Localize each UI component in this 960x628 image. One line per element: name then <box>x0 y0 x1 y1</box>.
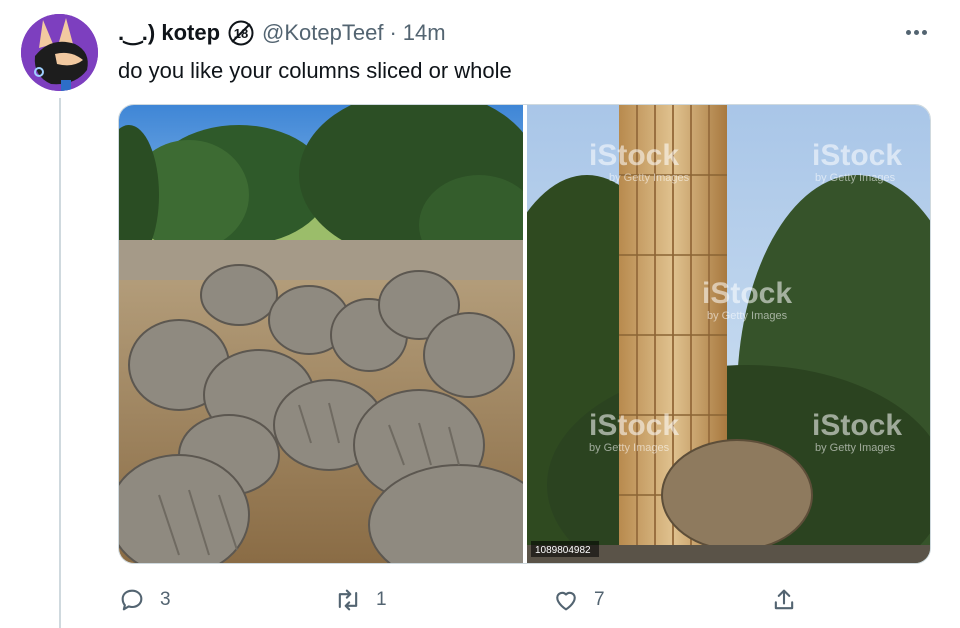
tweet-actions: 3 1 7 <box>118 582 818 618</box>
watermark-text: iStock <box>812 409 902 442</box>
watermark-subtext: by Getty Images <box>589 442 670 454</box>
more-dot-icon <box>905 29 911 35</box>
share-icon <box>774 589 794 610</box>
display-name[interactable]: .‿.) kotep <box>118 20 220 46</box>
fallen-column-drums-photo[interactable] <box>119 105 523 563</box>
like-button[interactable]: 7 <box>552 582 605 618</box>
watermark-subtext: by Getty Images <box>815 172 896 184</box>
tweet-media: iStock iStock iStock iStock iStock by Ge… <box>118 104 931 564</box>
watermark-text: iStock <box>702 277 792 310</box>
avatar-illustration <box>21 14 98 91</box>
standing-column-photo[interactable]: iStock iStock iStock iStock iStock by Ge… <box>526 105 930 563</box>
watermark-text: iStock <box>812 139 902 172</box>
share-button[interactable] <box>770 582 798 618</box>
heart-icon <box>556 591 576 611</box>
eighteen-plus-icon: 18 <box>228 20 254 46</box>
watermark-subtext: by Getty Images <box>707 310 788 322</box>
reply-button[interactable]: 3 <box>118 582 171 618</box>
tweet-text: do you like your columns sliced or whole <box>118 58 512 83</box>
stock-image-id: 1089804982 <box>535 545 591 556</box>
retweet-button[interactable]: 1 <box>334 582 387 618</box>
reply-icon <box>121 589 143 611</box>
watermark-text: iStock <box>589 409 679 442</box>
watermark-text: iStock <box>589 139 679 172</box>
separator-dot: · <box>389 20 397 45</box>
user-handle[interactable]: @KotepTeef <box>262 20 383 46</box>
watermark-subtext: by Getty Images <box>609 172 690 184</box>
avatar[interactable] <box>21 14 98 91</box>
retweet-icon <box>338 589 358 611</box>
retweet-count: 1 <box>376 589 387 610</box>
watermark-subtext: by Getty Images <box>815 442 896 454</box>
reply-count: 3 <box>160 589 171 610</box>
thread-line <box>59 98 61 628</box>
tweet-timestamp[interactable]: 14m <box>403 20 446 46</box>
tweet-header: .‿.) kotep 18 @KotepTeef · 14m <box>118 20 446 46</box>
more-dot-icon <box>913 29 919 35</box>
more-dot-icon <box>921 29 927 35</box>
like-count: 7 <box>594 589 605 610</box>
more-options-button[interactable] <box>898 18 934 46</box>
